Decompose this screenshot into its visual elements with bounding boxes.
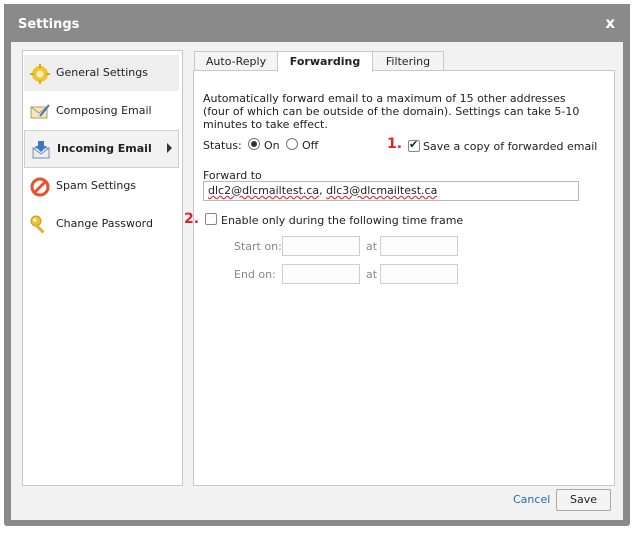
sidebar-item-label: Composing Email [56, 104, 152, 117]
start-time-input[interactable] [380, 236, 458, 256]
sidebar-item-incoming-email[interactable]: Incoming Email [24, 130, 179, 168]
no-entry-icon [30, 177, 50, 197]
sidebar-item-label: Incoming Email [57, 142, 152, 155]
end-date-input[interactable] [282, 264, 360, 284]
cancel-button[interactable]: Cancel [513, 493, 550, 506]
incoming-email-icon [32, 141, 50, 159]
end-at-label: at [366, 268, 378, 281]
gear-icon [30, 64, 50, 84]
status-on-label: On [264, 139, 280, 152]
start-on-label: Start on: [234, 240, 282, 253]
sidebar-item-label: Change Password [56, 217, 153, 230]
save-copy-checkbox[interactable] [408, 138, 420, 152]
dialog-titlebar: Settings x [4, 4, 630, 42]
annotation-marker-2: 2. [184, 211, 200, 227]
sidebar-item-label: Spam Settings [56, 179, 137, 192]
dialog-title: Settings [18, 17, 80, 32]
forward-address-2: dlc3@dlcmailtest.ca [326, 184, 438, 197]
time-frame-label: Enable only during the following time fr… [221, 214, 464, 227]
start-date-input[interactable] [282, 236, 360, 256]
status-off-radio[interactable] [286, 138, 298, 150]
sidebar-item-composing-email[interactable]: Composing Email [24, 93, 179, 129]
tab-auto-reply[interactable]: Auto-Reply [194, 51, 278, 71]
key-icon [30, 215, 45, 234]
tab-forwarding[interactable]: Forwarding [277, 51, 373, 72]
forward-to-input[interactable]: dlc2@dlcmailtest.ca, dlc3@dlcmailtest.ca [203, 181, 579, 201]
start-at-label: at [366, 240, 378, 253]
close-icon[interactable]: x [605, 14, 615, 32]
forwarding-description: Automatically forward email to a maximum… [203, 92, 580, 131]
chevron-right-icon [167, 143, 172, 153]
status-label: Status: [203, 139, 242, 152]
sidebar-item-spam-settings[interactable]: Spam Settings [24, 168, 179, 204]
time-frame-checkbox[interactable] [205, 213, 217, 225]
status-on-radio[interactable] [248, 138, 260, 150]
tab-filtering[interactable]: Filtering [372, 51, 444, 71]
save-copy-label: Save a copy of forwarded email [423, 140, 598, 153]
compose-email-icon [30, 104, 50, 119]
save-button[interactable]: Save [556, 489, 611, 511]
sidebar-item-label: General Settings [56, 66, 148, 79]
sidebar-item-change-password[interactable]: Change Password [24, 206, 179, 242]
end-on-label: End on: [234, 268, 276, 281]
annotation-marker-1: 1. [387, 136, 403, 152]
sidebar-item-general-settings[interactable]: General Settings [24, 55, 179, 91]
end-time-input[interactable] [380, 264, 458, 284]
status-off-label: Off [302, 139, 319, 152]
forward-address-1: dlc2@dlcmailtest.ca [208, 184, 320, 197]
